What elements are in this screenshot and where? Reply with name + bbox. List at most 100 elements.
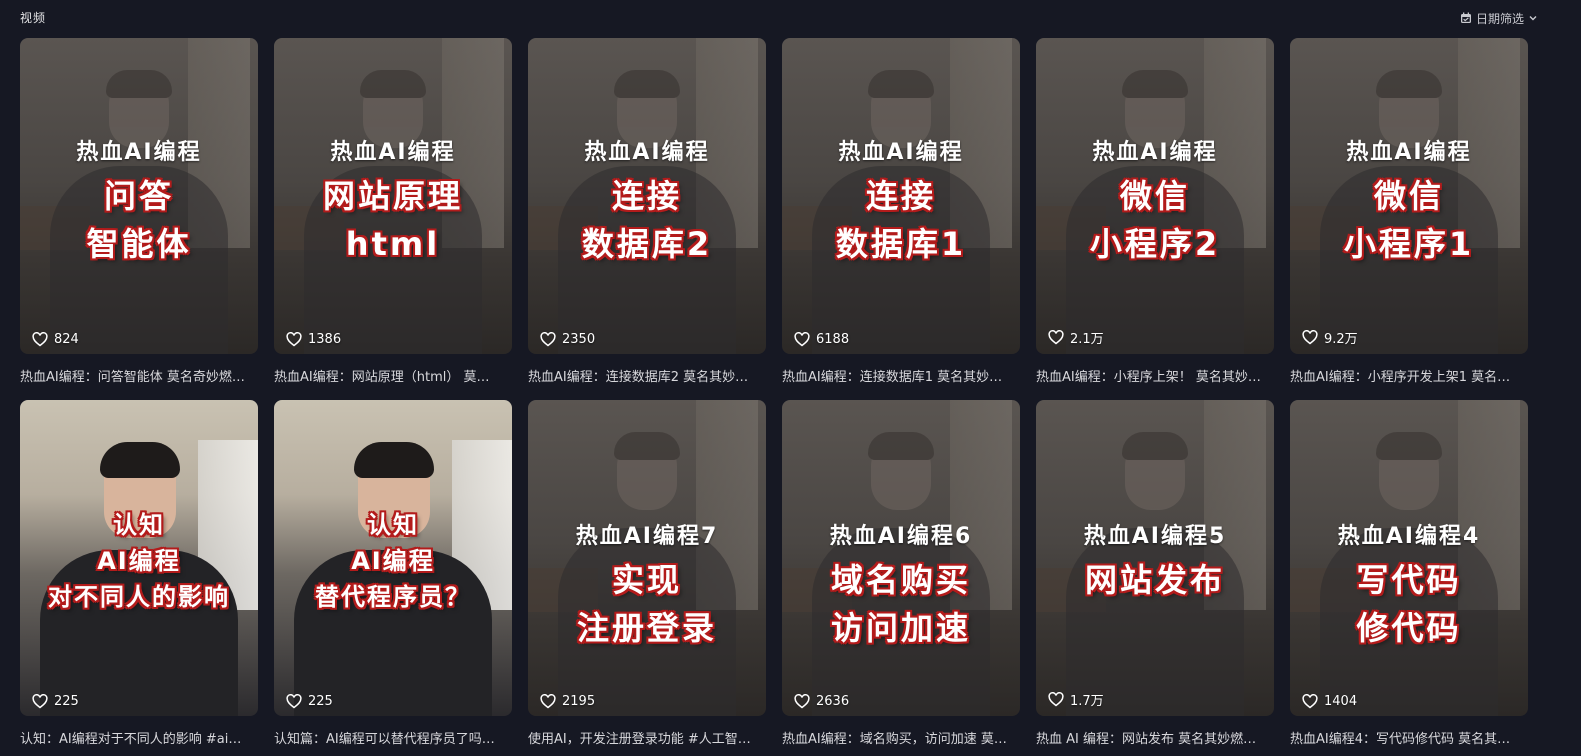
video-caption[interactable]: 认知：AI编程对于不同人的影响 #ai… <box>20 728 258 747</box>
heart-icon <box>540 694 556 709</box>
video-topic-line2: 数据库2 <box>581 225 713 263</box>
video-card[interactable]: 认知 AI编程 对不同人的影响 225 认知：AI编程对于不同人的影响 #ai… <box>20 400 258 747</box>
video-caption[interactable]: 热血 AI 编程：网站发布 莫名其妙燃… <box>1036 728 1274 747</box>
video-card[interactable]: 热血AI编程 微信 小程序2 2.1万 热血AI编程：小程序上架！ 莫名其妙… <box>1036 38 1274 385</box>
video-series-title: 热血AI编程 <box>584 140 710 165</box>
video-caption[interactable]: 热血AI编程：连接数据库2 莫名其妙… <box>528 366 766 385</box>
video-thumbnail[interactable]: 热血AI编程5 网站发布 1.7万 <box>1036 400 1274 716</box>
video-series-title: 热血AI编程4 <box>1337 524 1481 549</box>
video-topic-line2: 替代程序员？ <box>315 583 471 611</box>
like-count: 1404 <box>1302 694 1357 709</box>
like-count-value: 824 <box>54 332 79 347</box>
video-card[interactable]: 热血AI编程6 域名购买 访问加速 2636 热血AI编程：域名购买，访问加速 … <box>782 400 1020 747</box>
video-topic-line2: 修代码 <box>1356 609 1462 647</box>
video-card[interactable]: 热血AI编程 连接 数据库2 2350 热血AI编程：连接数据库2 莫名其妙… <box>528 38 766 385</box>
video-topic-line1: 网站发布 <box>1084 561 1225 599</box>
heart-icon <box>1302 330 1318 345</box>
like-count: 225 <box>286 694 333 709</box>
like-count-value: 1404 <box>1324 694 1358 709</box>
like-count: 6188 <box>794 332 849 347</box>
video-thumbnail[interactable]: 认知 AI编程 对不同人的影响 225 <box>20 400 258 716</box>
video-topic-line1: AI编程 <box>97 547 181 575</box>
video-card[interactable]: 热血AI编程 问答 智能体 824 热血AI编程：问答智能体 莫名奇妙燃… <box>20 38 258 385</box>
video-topic-line1: 问答 <box>103 177 174 215</box>
video-topic-line1: 微信 <box>1119 177 1190 215</box>
heart-icon <box>32 332 48 347</box>
video-series-title: 热血AI编程 <box>838 140 964 165</box>
like-count: 225 <box>32 694 79 709</box>
video-thumbnail[interactable]: 热血AI编程6 域名购买 访问加速 2636 <box>782 400 1020 716</box>
video-thumbnail[interactable]: 热血AI编程 问答 智能体 824 <box>20 38 258 354</box>
presenter-head <box>1122 432 1188 510</box>
video-caption[interactable]: 热血AI编程4：写代码修代码 莫名其… <box>1290 728 1528 747</box>
like-count-value: 1.7万 <box>1070 694 1104 709</box>
video-topic-line2: 访问加速 <box>830 609 971 647</box>
heart-icon <box>1048 692 1064 707</box>
heart-icon <box>794 332 810 347</box>
calendar-icon <box>1460 12 1472 24</box>
video-caption[interactable]: 热血AI编程：连接数据库1 莫名其妙… <box>782 366 1020 385</box>
video-card[interactable]: 认知 AI编程 替代程序员？ 225 认知篇：AI编程可以替代程序员了吗… <box>274 400 512 747</box>
like-count: 2636 <box>794 694 849 709</box>
video-series-title: 热血AI编程 <box>1092 140 1218 165</box>
video-series-title: 热血AI编程7 <box>575 524 719 549</box>
video-topic-line2: 对不同人的影响 <box>48 583 230 611</box>
section-header: 视频 日期筛选 <box>0 0 1581 34</box>
video-thumbnail[interactable]: 认知 AI编程 替代程序员？ 225 <box>274 400 512 716</box>
date-filter-button[interactable]: 日期筛选 <box>1460 9 1538 27</box>
video-topic-line1: 连接 <box>611 177 682 215</box>
video-card[interactable]: 热血AI编程7 实现 注册登录 2195 使用AI，开发注册登录功能 #人工智… <box>528 400 766 747</box>
presenter-head <box>868 432 934 510</box>
video-caption[interactable]: 热血AI编程：问答智能体 莫名奇妙燃… <box>20 366 258 385</box>
like-count-value: 1386 <box>308 332 342 347</box>
video-topic-line1: 网站原理 <box>322 177 463 215</box>
video-series-title: 热血AI编程6 <box>829 524 973 549</box>
video-topic-line2: 智能体 <box>86 225 192 263</box>
like-count: 2350 <box>540 332 595 347</box>
video-card[interactable]: 热血AI编程 网站原理 html 1386 热血AI编程：网站原理（html） … <box>274 38 512 385</box>
chevron-down-icon <box>1528 13 1538 23</box>
video-topic-line1: 微信 <box>1373 177 1444 215</box>
heart-icon <box>286 332 302 347</box>
video-thumbnail[interactable]: 热血AI编程 连接 数据库2 2350 <box>528 38 766 354</box>
like-count: 9.2万 <box>1302 328 1358 347</box>
heart-icon <box>1302 694 1318 709</box>
like-count: 2195 <box>540 694 595 709</box>
like-count-value: 9.2万 <box>1324 332 1358 347</box>
like-count-value: 6188 <box>816 332 850 347</box>
presenter-head <box>614 432 680 510</box>
like-count-value: 225 <box>308 694 333 709</box>
video-thumbnail[interactable]: 热血AI编程4 写代码 修代码 1404 <box>1290 400 1528 716</box>
video-card[interactable]: 热血AI编程5 网站发布 1.7万 热血 AI 编程：网站发布 莫名其妙燃… <box>1036 400 1274 747</box>
video-caption[interactable]: 热血AI编程：网站原理（html） 莫… <box>274 366 512 385</box>
video-thumbnail[interactable]: 热血AI编程 连接 数据库1 6188 <box>782 38 1020 354</box>
video-thumbnail[interactable]: 热血AI编程 微信 小程序1 9.2万 <box>1290 38 1528 354</box>
video-topic-line2: 小程序1 <box>1343 225 1475 263</box>
video-topic-line2: 数据库1 <box>835 225 967 263</box>
video-topic-line2: 小程序2 <box>1089 225 1221 263</box>
video-series-title: 认知 <box>113 511 165 539</box>
video-caption[interactable]: 热血AI编程：域名购买，访问加速 莫… <box>782 728 1020 747</box>
date-filter-label: 日期筛选 <box>1475 11 1524 26</box>
video-thumbnail[interactable]: 热血AI编程 微信 小程序2 2.1万 <box>1036 38 1274 354</box>
video-grid: 热血AI编程 问答 智能体 824 热血AI编程：问答智能体 莫名奇妙燃… 热血… <box>20 38 1530 747</box>
section-title: 视频 <box>20 11 47 25</box>
video-card[interactable]: 热血AI编程 微信 小程序1 9.2万 热血AI编程：小程序开发上架1 莫名… <box>1290 38 1528 385</box>
like-count-value: 2636 <box>816 694 850 709</box>
video-thumbnail[interactable]: 热血AI编程7 实现 注册登录 2195 <box>528 400 766 716</box>
video-thumbnail[interactable]: 热血AI编程 网站原理 html 1386 <box>274 38 512 354</box>
video-caption[interactable]: 使用AI，开发注册登录功能 #人工智… <box>528 728 766 747</box>
video-caption[interactable]: 认知篇：AI编程可以替代程序员了吗… <box>274 728 512 747</box>
video-card[interactable]: 热血AI编程 连接 数据库1 6188 热血AI编程：连接数据库1 莫名其妙… <box>782 38 1020 385</box>
video-card[interactable]: 热血AI编程4 写代码 修代码 1404 热血AI编程4：写代码修代码 莫名其… <box>1290 400 1528 747</box>
like-count-value: 2195 <box>562 694 596 709</box>
like-count: 2.1万 <box>1048 328 1104 347</box>
heart-icon <box>286 694 302 709</box>
video-series-title: 热血AI编程 <box>76 140 202 165</box>
video-topic-line1: AI编程 <box>351 547 435 575</box>
video-caption[interactable]: 热血AI编程：小程序上架！ 莫名其妙… <box>1036 366 1274 385</box>
heart-icon <box>794 694 810 709</box>
video-caption[interactable]: 热血AI编程：小程序开发上架1 莫名… <box>1290 366 1528 385</box>
heart-icon <box>32 694 48 709</box>
like-count-value: 225 <box>54 694 79 709</box>
